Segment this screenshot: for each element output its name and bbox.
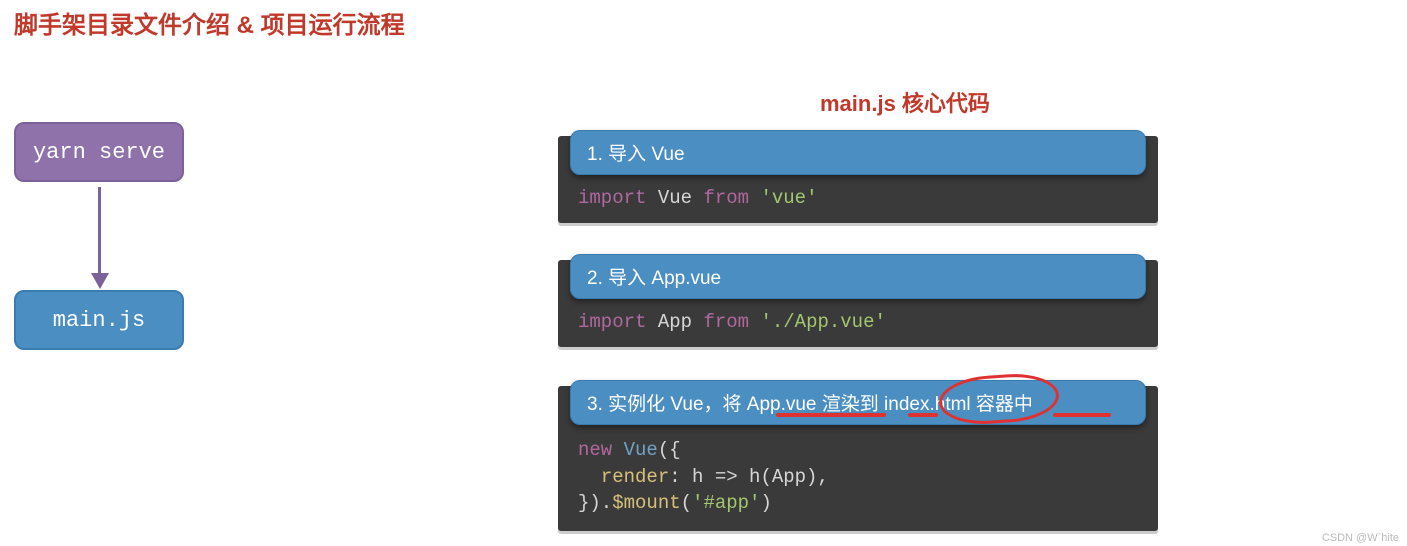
keyword-import: import [578,311,646,333]
class-name: Vue [624,439,658,461]
code-card-new-vue: 3. 实例化 Vue，将 App.vue 渲染到 index.html 容器中 … [558,386,1158,531]
flow-step-main-js: main.js [14,290,184,350]
underline-annotation [776,413,886,417]
code-card-body: import Vue from 'vue' [558,175,1158,223]
code-card-body: import App from './App.vue' [558,299,1158,347]
code-card-head-text: 3. 实例化 Vue，将 App.vue 渲染到 index.html 容器中 [587,394,1033,415]
identifier: Vue [658,187,692,209]
section-subtitle: main.js 核心代码 [820,86,990,118]
string-literal: 'vue' [760,187,817,209]
code-card-head: 1. 导入 Vue [570,130,1146,175]
keyword-new: new [578,439,612,461]
keyword-import: import [578,187,646,209]
underline-annotation [908,413,938,417]
code-card-head: 3. 实例化 Vue，将 App.vue 渲染到 index.html 容器中 [570,380,1146,425]
code-card-head: 2. 导入 App.vue [570,254,1146,299]
method-mount: $mount [612,492,680,514]
code-card-import-vue: 1. 导入 Vue import Vue from 'vue' [558,136,1158,223]
flow-arrow-head-icon [91,273,109,289]
underline-annotation [1053,413,1111,417]
flow-arrow-line [98,187,101,277]
prop-render: render [601,466,669,488]
code-card-import-app: 2. 导入 App.vue import App from './App.vue… [558,260,1158,347]
paren: ( [681,492,692,514]
page-title: 脚手架目录文件介绍 & 项目运行流程 [14,5,405,40]
keyword-from: from [703,187,749,209]
flow-step-yarn-serve: yarn serve [14,122,184,182]
string-literal: './App.vue' [760,311,885,333]
string-literal: '#app' [692,492,760,514]
brace-close: }). [578,492,612,514]
arrow-fn: : h => h(App), [669,466,829,488]
identifier: App [658,311,692,333]
keyword-from: from [703,311,749,333]
code-card-body: new Vue({ render: h => h(App), }).$mount… [558,425,1158,531]
watermark: CSDN @W`hite [1322,532,1399,544]
brace: ({ [658,439,681,461]
paren: ) [760,492,771,514]
